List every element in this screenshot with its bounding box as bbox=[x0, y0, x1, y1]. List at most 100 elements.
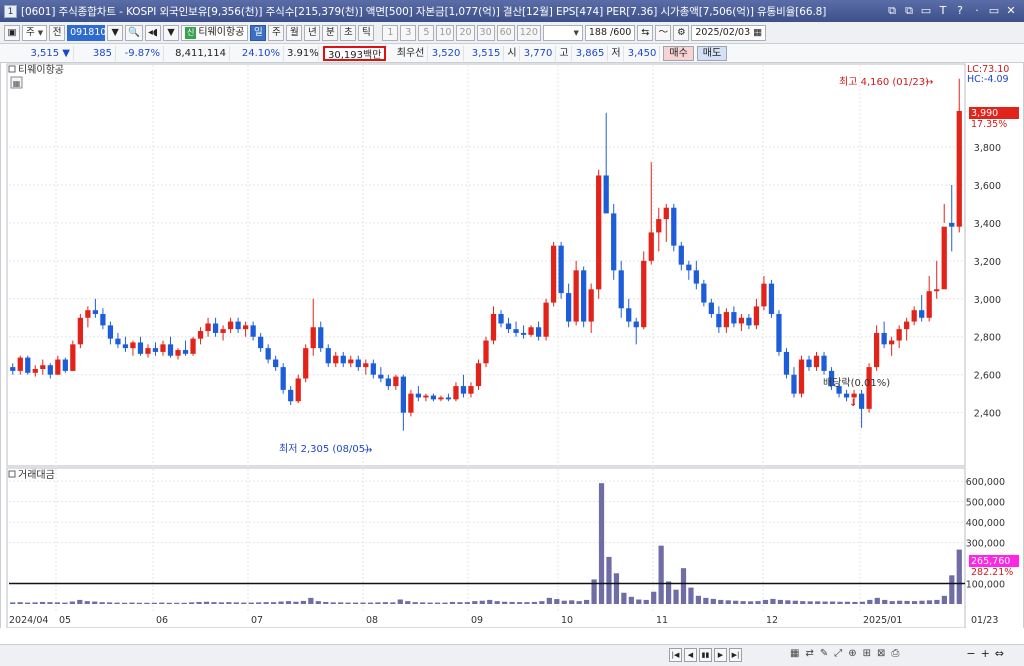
fit-icon[interactable]: ⤢ bbox=[834, 648, 842, 659]
candle-body bbox=[626, 308, 632, 322]
pattern-icon[interactable]: 〜 bbox=[655, 24, 672, 41]
change-percent: -9.87% bbox=[116, 45, 164, 61]
minute-unit-10[interactable]: 10 bbox=[436, 24, 455, 41]
candle-body bbox=[475, 363, 482, 387]
candle-body bbox=[242, 325, 249, 330]
indicator-icon[interactable]: ⇆ bbox=[637, 24, 654, 41]
chart-area[interactable]: 2,400 2,600 2,800 3,000 3,200 3,400 3,600 3,800… bbox=[0, 63, 1024, 628]
copy-window-icon[interactable]: ⧉ bbox=[902, 3, 916, 18]
minute-unit-120[interactable]: 120 bbox=[516, 24, 541, 41]
scroll-last-icon[interactable]: ▶| bbox=[729, 648, 742, 662]
layout-icon[interactable]: ▭ bbox=[919, 3, 933, 18]
zoom-out-icon[interactable]: − bbox=[966, 647, 975, 660]
code-dropdown-icon[interactable]: ▼ bbox=[107, 24, 124, 41]
volume-bar bbox=[218, 602, 225, 604]
x-axis-label: 05 bbox=[59, 615, 71, 626]
layout-menu-icon[interactable]: ▣ bbox=[4, 24, 20, 41]
pause-icon[interactable]: ▮▮ bbox=[699, 648, 712, 662]
minimize-button[interactable]: · bbox=[970, 3, 984, 18]
period-minute-tab[interactable]: 분 bbox=[322, 24, 339, 41]
volume-bar bbox=[934, 599, 940, 604]
zoom-in-icon[interactable]: + bbox=[981, 647, 990, 660]
drawing-icon[interactable]: ✎ bbox=[820, 648, 828, 659]
candle-body bbox=[415, 393, 422, 398]
prev-stock-icon[interactable]: ▼ bbox=[162, 24, 179, 41]
volume-bar bbox=[315, 601, 321, 604]
volume-bar bbox=[956, 549, 962, 604]
status-bar: |◀ ◀ ▮▮ ▶ ▶| ▦ ⇄ ✎ ⤢ ⊕ ⊞ ⊠ ⎙ − + ⇔ bbox=[0, 644, 1024, 666]
x-axis-label: 07 bbox=[251, 615, 263, 626]
scroll-prev-icon[interactable]: ◀ bbox=[684, 648, 697, 662]
help-icon[interactable]: ? bbox=[953, 3, 967, 18]
grid-toggle-icon[interactable]: ▦ bbox=[790, 648, 799, 659]
calendar-icon[interactable]: ▦ bbox=[753, 26, 762, 40]
candle-body bbox=[843, 393, 850, 398]
settings-gear-icon[interactable]: ⚙ bbox=[673, 24, 690, 41]
volume-bar bbox=[188, 602, 195, 604]
period-tick-tab[interactable]: 틱 bbox=[358, 24, 375, 41]
volume-bar bbox=[516, 602, 523, 604]
volume-legend-box-icon bbox=[8, 470, 16, 478]
period-month-tab[interactable]: 월 bbox=[286, 24, 303, 41]
maximize-button[interactable]: ▭ bbox=[987, 3, 1001, 18]
candle-body bbox=[10, 367, 16, 371]
print-icon[interactable]: ⎙ bbox=[891, 648, 899, 659]
sell-button[interactable]: 매도 bbox=[696, 45, 728, 61]
custom-unit-select[interactable]: ▼ bbox=[542, 24, 583, 41]
candle-body bbox=[130, 342, 136, 349]
minute-unit-60[interactable]: 60 bbox=[496, 24, 515, 41]
all-stocks-button[interactable]: 전 bbox=[49, 24, 66, 41]
scroll-next-icon[interactable]: ▶ bbox=[714, 648, 727, 662]
close-button[interactable]: ✕ bbox=[1004, 3, 1018, 18]
volume-bar bbox=[285, 601, 292, 604]
volume-legend: 거래대금 bbox=[18, 469, 55, 481]
period-day-tab[interactable]: 일 bbox=[250, 24, 267, 41]
candle-body bbox=[603, 175, 609, 214]
candle-body bbox=[77, 317, 83, 345]
buy-button[interactable]: 매수 bbox=[663, 45, 694, 61]
x-axis-label: 08 bbox=[366, 615, 378, 626]
scale-icon[interactable]: ⇔ bbox=[995, 647, 1004, 660]
volume-bar bbox=[442, 602, 448, 604]
crosshair-icon[interactable]: ⊞ bbox=[863, 648, 871, 659]
candle-body bbox=[370, 363, 376, 375]
volume-bar bbox=[502, 601, 508, 604]
market-select[interactable]: 주 ▼ bbox=[22, 24, 48, 41]
link-window-icon[interactable]: ⧉ bbox=[885, 3, 899, 18]
chevron-down-icon: ▼ bbox=[37, 28, 44, 37]
stock-name-box[interactable]: 신 티웨이항공 bbox=[180, 24, 249, 41]
magnet-icon[interactable]: ⊠ bbox=[877, 648, 885, 659]
minute-unit-5[interactable]: 5 bbox=[418, 24, 435, 41]
stock-code-input[interactable]: 091810 bbox=[67, 24, 106, 41]
volume-bar bbox=[114, 602, 120, 604]
zoom-icon[interactable]: ⊕ bbox=[848, 648, 856, 659]
minute-unit-3[interactable]: 3 bbox=[400, 24, 417, 41]
minute-unit-30[interactable]: 30 bbox=[476, 24, 495, 41]
scroll-first-icon[interactable]: |◀ bbox=[669, 648, 682, 662]
count-input[interactable]: 188/600 bbox=[584, 24, 636, 41]
min-arrow-icon: → bbox=[364, 445, 372, 456]
volume-bar bbox=[121, 602, 128, 604]
volume-bar bbox=[10, 602, 16, 604]
chart-canvas[interactable]: 2,400 2,600 2,800 3,000 3,200 3,400 3,600 3,800… bbox=[1, 63, 1023, 628]
minute-unit-20[interactable]: 20 bbox=[456, 24, 475, 41]
period-second-tab[interactable]: 초 bbox=[340, 24, 357, 41]
candle-body bbox=[693, 270, 699, 284]
search-icon[interactable]: 🔍 bbox=[125, 24, 143, 41]
price-y-tick: 3,600 bbox=[974, 181, 1001, 192]
candle-body bbox=[535, 327, 542, 337]
min-price-annotation: 최저 2,305 (08/05) bbox=[279, 443, 369, 455]
period-week-tab[interactable]: 주 bbox=[268, 24, 285, 41]
period-year-tab[interactable]: 년 bbox=[304, 24, 321, 41]
price-panel-frame bbox=[6, 63, 966, 467]
x-axis-label: 09 bbox=[471, 615, 483, 626]
compare-icon[interactable]: ⇄ bbox=[805, 648, 813, 659]
font-icon[interactable]: T bbox=[936, 3, 950, 18]
speaker-icon[interactable]: ◂◖ bbox=[144, 24, 161, 41]
max-price-annotation: 최고 4,160 (01/23) bbox=[839, 76, 929, 88]
candle-body bbox=[333, 355, 339, 364]
minute-unit-1[interactable]: 1 bbox=[382, 24, 399, 41]
volume-bar bbox=[747, 601, 754, 604]
candle-body bbox=[152, 348, 159, 352]
date-input[interactable]: 2025/02/03 ▦ bbox=[691, 24, 767, 41]
